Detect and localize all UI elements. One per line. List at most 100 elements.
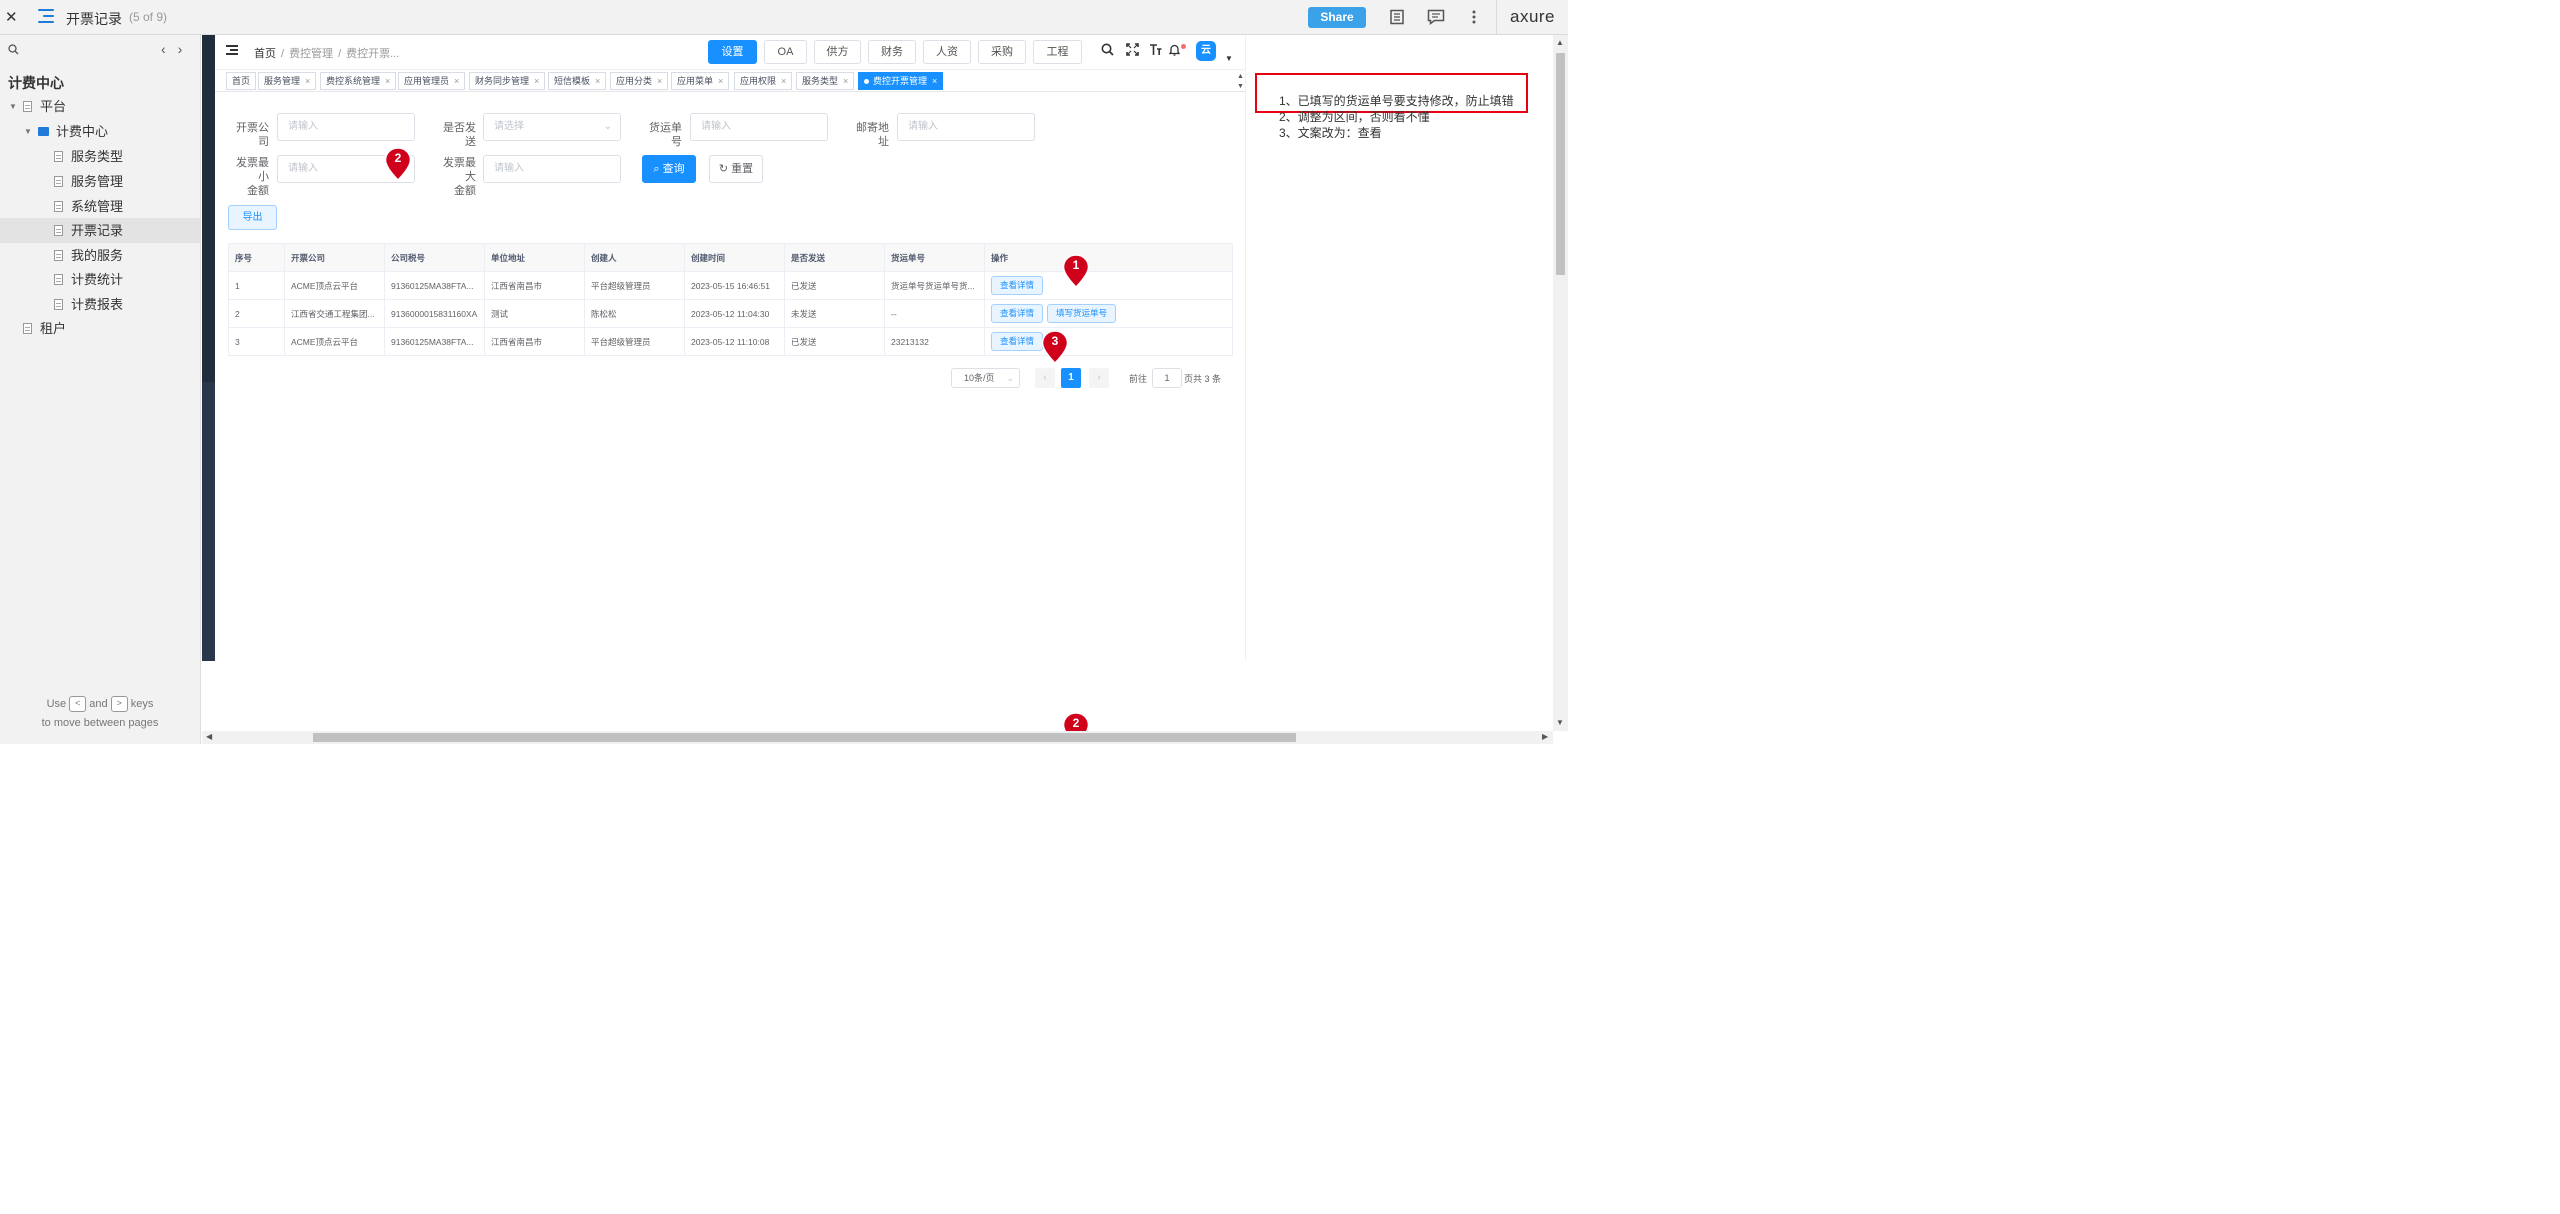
scroll-thumb[interactable] bbox=[1556, 53, 1565, 275]
search-icon[interactable] bbox=[1101, 43, 1114, 59]
nav-finance-button[interactable]: 财务 bbox=[868, 40, 916, 64]
horizontal-scrollbar[interactable]: ◀ ▶ bbox=[202, 731, 1553, 744]
close-icon[interactable]: × bbox=[781, 76, 786, 86]
comments-icon[interactable] bbox=[1427, 9, 1445, 25]
tag-app-admin[interactable]: 应用管理员 × bbox=[398, 72, 466, 90]
close-icon[interactable]: × bbox=[385, 76, 390, 86]
tag-service-type[interactable]: 服务类型 × bbox=[796, 72, 855, 90]
avatar[interactable]: 云 bbox=[1196, 41, 1216, 61]
tree-item-tenants[interactable]: 租户 bbox=[0, 316, 200, 341]
next-page-icon[interactable]: › bbox=[178, 41, 183, 57]
marker-number: 2 bbox=[394, 151, 402, 165]
more-vertical-icon[interactable] bbox=[1466, 9, 1482, 25]
fullscreen-icon[interactable] bbox=[1126, 43, 1139, 59]
close-icon[interactable]: ✕ bbox=[5, 8, 18, 26]
scroll-right-icon[interactable]: ▶ bbox=[1542, 732, 1548, 741]
close-icon[interactable]: × bbox=[534, 76, 539, 86]
tree-item-service-mgmt[interactable]: 服务管理 bbox=[0, 169, 200, 194]
nav-purchase-button[interactable]: 采购 bbox=[978, 40, 1026, 64]
bell-icon[interactable] bbox=[1168, 43, 1181, 59]
cell-actions: 查看详情 填写货运单号 bbox=[984, 299, 1233, 328]
page-number-button[interactable]: 1 bbox=[1061, 368, 1081, 388]
tag-app-menu[interactable]: 应用菜单 × bbox=[671, 72, 730, 90]
tree-item-my-services[interactable]: 我的服务 bbox=[0, 243, 200, 268]
scroll-down-icon[interactable]: ▼ bbox=[1556, 718, 1564, 727]
tree-item-service-types[interactable]: 服务类型 bbox=[0, 144, 200, 169]
tracking-input[interactable]: 请输入 bbox=[690, 113, 828, 141]
tag-home[interactable]: 首页 bbox=[226, 72, 257, 90]
close-icon[interactable]: × bbox=[718, 76, 723, 86]
close-icon[interactable]: × bbox=[932, 76, 937, 86]
button-label: 查询 bbox=[662, 163, 685, 175]
max-amount-input[interactable]: 请输入 bbox=[483, 155, 621, 183]
tag-app-permission[interactable]: 应用权限 × bbox=[734, 72, 793, 90]
reset-button[interactable]: ↻ 重置 bbox=[709, 155, 763, 183]
next-page-button[interactable]: › bbox=[1089, 368, 1109, 388]
nav-oa-button[interactable]: OA bbox=[764, 40, 807, 64]
tag-label: 费控系统管理 bbox=[326, 76, 381, 86]
query-button[interactable]: ⌕ 查询 bbox=[642, 155, 696, 183]
cell-tax: 91360125MA38FTA... bbox=[384, 271, 485, 300]
prev-page-button[interactable]: ‹ bbox=[1035, 368, 1055, 388]
col-header: 序号 bbox=[228, 243, 285, 272]
annotation-marker-1[interactable]: 1 bbox=[1062, 254, 1090, 288]
tree-item-platform[interactable]: ▼ 平台 bbox=[0, 94, 200, 119]
hint-text: to move between pages bbox=[41, 717, 159, 729]
tag-app-category[interactable]: 应用分类 × bbox=[610, 72, 669, 90]
nav-supplier-button[interactable]: 供方 bbox=[814, 40, 861, 64]
tag-fee-system-mgmt[interactable]: 费控系统管理 × bbox=[320, 72, 397, 90]
scroll-thumb[interactable] bbox=[313, 733, 1296, 742]
share-button[interactable]: Share bbox=[1308, 7, 1366, 28]
expand-icon[interactable]: ▼ bbox=[9, 94, 17, 119]
inner-scrollbar[interactable]: ▲ ▼ bbox=[1235, 70, 1245, 126]
annotation-marker-2[interactable]: 2 bbox=[384, 147, 412, 181]
notes-icon[interactable] bbox=[1389, 9, 1405, 25]
vertical-scrollbar[interactable]: ▲ ▼ bbox=[1553, 35, 1568, 731]
annotation-marker-3[interactable]: 3 bbox=[1041, 330, 1069, 364]
tree-item-invoice-records[interactable]: 开票记录 bbox=[0, 218, 200, 243]
prev-page-icon[interactable]: ‹ bbox=[161, 41, 166, 57]
collapse-menu-icon[interactable] bbox=[226, 45, 238, 55]
page-icon bbox=[23, 101, 32, 112]
view-detail-button[interactable]: 查看详情 bbox=[991, 332, 1044, 351]
tree-item-billing-reports[interactable]: 计费报表 bbox=[0, 292, 200, 317]
breadcrumb-home[interactable]: 首页 bbox=[254, 48, 276, 60]
close-icon[interactable]: × bbox=[843, 76, 848, 86]
breadcrumb-item[interactable]: 费控管理 bbox=[289, 48, 333, 60]
fill-tracking-button[interactable]: 填写货运单号 bbox=[1047, 304, 1117, 323]
nav-engineering-button[interactable]: 工程 bbox=[1033, 40, 1082, 64]
tag-sms-template[interactable]: 短信模板 × bbox=[548, 72, 607, 90]
company-input[interactable]: 请输入 bbox=[277, 113, 415, 141]
address-input[interactable]: 请输入 bbox=[897, 113, 1035, 141]
font-size-icon[interactable] bbox=[1149, 43, 1162, 60]
sent-select[interactable]: 请选择 ⌄ bbox=[483, 113, 621, 141]
close-icon[interactable]: × bbox=[454, 76, 459, 86]
tree-item-billing-stats[interactable]: 计费统计 bbox=[0, 267, 200, 292]
tag-finance-sync[interactable]: 财务同步管理 × bbox=[469, 72, 546, 90]
sitemap-menu-icon[interactable] bbox=[38, 9, 54, 23]
scroll-left-icon[interactable]: ◀ bbox=[206, 732, 212, 741]
cell-no: 1 bbox=[228, 271, 285, 300]
close-icon[interactable]: × bbox=[657, 76, 662, 86]
view-detail-button[interactable]: 查看详情 bbox=[991, 304, 1044, 323]
caret-down-icon[interactable]: ▼ bbox=[1225, 51, 1233, 67]
goto-page-input[interactable]: 1 bbox=[1152, 368, 1182, 388]
tag-label: 应用菜单 bbox=[677, 76, 714, 86]
close-icon[interactable]: × bbox=[595, 76, 600, 86]
cell-creator: 平台超级管理员 bbox=[584, 271, 685, 300]
nav-hr-button[interactable]: 人资 bbox=[923, 40, 971, 64]
tree-item-billing-center[interactable]: ▼ 计费中心 bbox=[0, 119, 200, 144]
tag-service-mgmt[interactable]: 服务管理 × bbox=[258, 72, 317, 90]
tree-item-system-mgmt[interactable]: 系统管理 bbox=[0, 194, 200, 219]
filter-company-label: 开票公司 bbox=[236, 122, 269, 148]
tag-invoice-mgmt[interactable]: 费控开票管理 × bbox=[858, 72, 944, 90]
expand-icon[interactable]: ▼ bbox=[24, 119, 32, 144]
search-icon[interactable] bbox=[8, 44, 19, 58]
scroll-up-icon[interactable]: ▲ bbox=[1556, 38, 1564, 47]
page-size-select[interactable]: 10条/页 ⌄ bbox=[951, 368, 1020, 388]
close-icon[interactable]: × bbox=[305, 76, 310, 86]
nav-settings-button[interactable]: 设置 bbox=[708, 40, 757, 64]
view-detail-button[interactable]: 查看详情 bbox=[991, 276, 1044, 295]
export-button[interactable]: 导出 bbox=[228, 205, 277, 230]
cell-tracking: -- bbox=[884, 299, 985, 328]
